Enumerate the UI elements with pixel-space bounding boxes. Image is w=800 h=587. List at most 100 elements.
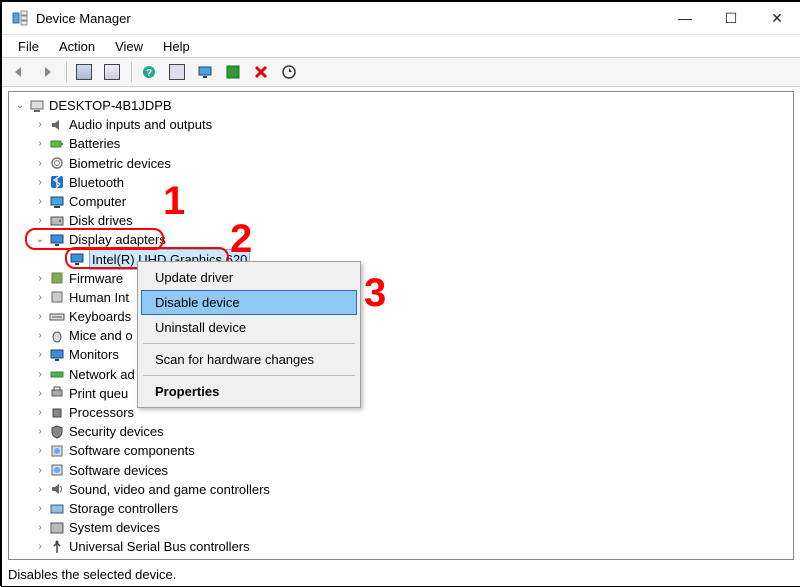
tree-item[interactable]: › Batteries	[11, 134, 791, 153]
bluetooth-icon	[49, 174, 65, 190]
tree-item[interactable]: › Computer	[11, 192, 791, 211]
chevron-right-icon[interactable]: ›	[33, 422, 47, 441]
usb-icon	[49, 539, 65, 555]
update-button[interactable]	[276, 60, 302, 84]
tree-item[interactable]: ›Sound, video and game controllers	[11, 480, 791, 499]
tree-item[interactable]: › Mice and o	[11, 326, 791, 345]
menu-help[interactable]: Help	[153, 37, 200, 56]
chevron-right-icon[interactable]: ›	[33, 134, 47, 153]
tree-item-label: Keyboards	[69, 307, 131, 326]
tree-item-label: Security devices	[69, 422, 164, 441]
window-title: Device Manager	[36, 11, 662, 26]
chevron-right-icon[interactable]: ›	[33, 307, 47, 326]
tree-item-label: Mice and o	[69, 326, 133, 345]
view-button[interactable]	[164, 60, 190, 84]
tree-item-label: Firmware	[69, 269, 123, 288]
tree-item-label: Biometric devices	[69, 154, 171, 173]
tree-item-label: Computer	[69, 192, 126, 211]
disk-icon	[49, 213, 65, 229]
tree-item[interactable]: ›Human Int	[11, 288, 791, 307]
chevron-right-icon[interactable]: ›	[33, 269, 47, 288]
tree-item-label: Bluetooth	[69, 173, 124, 192]
device-manager-window: Device Manager — ☐ ✕ File Action View He…	[2, 2, 800, 586]
chevron-right-icon[interactable]: ›	[33, 537, 47, 556]
tree-item[interactable]: › Disk drives	[11, 211, 791, 230]
tree-item[interactable]: › Storage controllers	[11, 499, 791, 518]
security-icon	[49, 424, 65, 440]
chevron-right-icon[interactable]: ›	[33, 365, 47, 384]
monitor-button[interactable]	[192, 60, 218, 84]
tree-item[interactable]: ›System devices	[11, 518, 791, 537]
maximize-button[interactable]: ☐	[708, 2, 754, 34]
audio-icon	[49, 117, 65, 133]
monitor-icon	[49, 347, 65, 363]
ctx-separator	[143, 343, 355, 344]
device-tree[interactable]: ⌄ DESKTOP-4B1JDPB›Audio inputs and output…	[8, 91, 794, 560]
chevron-right-icon[interactable]: ›	[33, 192, 47, 211]
menu-action[interactable]: Action	[49, 37, 105, 56]
chevron-right-icon[interactable]: ›	[33, 441, 47, 460]
menu-view[interactable]: View	[105, 37, 153, 56]
tree-item[interactable]: › Biometric devices	[11, 154, 791, 173]
tree-item[interactable]: › Network ad	[11, 365, 791, 384]
chevron-right-icon[interactable]: ›	[33, 384, 47, 403]
menu-file[interactable]: File	[8, 37, 49, 56]
display-icon	[49, 232, 65, 248]
chevron-right-icon[interactable]: ›	[33, 403, 47, 422]
tree-item-label: DESKTOP-4B1JDPB	[49, 96, 172, 115]
tree-item-label: Software devices	[69, 461, 168, 480]
ctx-uninstall-device[interactable]: Uninstall device	[141, 315, 357, 340]
tree-item-label: Batteries	[69, 134, 120, 153]
tree-item[interactable]: Intel(R) UHD Graphics 620	[11, 250, 791, 269]
chevron-down-icon[interactable]: ⌄	[33, 230, 47, 249]
tree-item[interactable]: › Processors	[11, 403, 791, 422]
tree-item-label: Network ad	[69, 365, 135, 384]
tree-item-label: Disk drives	[69, 211, 133, 230]
chevron-right-icon[interactable]: ›	[33, 326, 47, 345]
tree-item[interactable]: ›Monitors	[11, 345, 791, 364]
back-button[interactable]	[6, 60, 32, 84]
chevron-right-icon[interactable]: ›	[33, 211, 47, 230]
tree-item[interactable]: ›Software components	[11, 441, 791, 460]
tree-item[interactable]: › Firmware	[11, 269, 791, 288]
tree-item-label: Processors	[69, 403, 134, 422]
printer-icon	[49, 385, 65, 401]
ctx-disable-device[interactable]: Disable device	[141, 290, 357, 315]
tree-item[interactable]: ›Universal Serial Bus controllers	[11, 537, 791, 556]
tree-item[interactable]: ⌄ DESKTOP-4B1JDPB	[11, 96, 791, 115]
tree-item[interactable]: › Security devices	[11, 422, 791, 441]
chevron-right-icon[interactable]: ›	[33, 154, 47, 173]
chevron-right-icon[interactable]: ›	[33, 345, 47, 364]
app-icon	[12, 10, 28, 26]
tree-item[interactable]: › Keyboards	[11, 307, 791, 326]
chevron-right-icon[interactable]: ›	[33, 115, 47, 134]
tree-item[interactable]: › Software devices	[11, 461, 791, 480]
tree-item[interactable]: ›Print queu	[11, 384, 791, 403]
console-tree-button[interactable]	[71, 60, 97, 84]
help-button[interactable]: ?	[136, 60, 162, 84]
close-button[interactable]: ✕	[754, 2, 800, 34]
forward-button[interactable]	[34, 60, 60, 84]
ctx-properties[interactable]: Properties	[141, 379, 357, 404]
properties-button[interactable]	[99, 60, 125, 84]
chevron-right-icon[interactable]: ›	[33, 499, 47, 518]
chevron-down-icon[interactable]: ⌄	[13, 96, 27, 115]
chevron-right-icon[interactable]: ›	[33, 518, 47, 537]
disable-button[interactable]	[248, 60, 274, 84]
firmware-icon	[49, 270, 65, 286]
ctx-update-driver[interactable]: Update driver	[141, 265, 357, 290]
chevron-right-icon[interactable]: ›	[33, 288, 47, 307]
chevron-right-icon[interactable]: ›	[33, 461, 47, 480]
ctx-separator	[143, 375, 355, 376]
chevron-right-icon[interactable]: ›	[33, 480, 47, 499]
tree-item[interactable]: › Bluetooth	[11, 173, 791, 192]
ctx-scan-hardware[interactable]: Scan for hardware changes	[141, 347, 357, 372]
cpu-icon	[49, 405, 65, 421]
minimize-button[interactable]: —	[662, 2, 708, 34]
tree-item-label: Storage controllers	[69, 499, 178, 518]
tree-item[interactable]: ⌄Display adapters	[11, 230, 791, 249]
scan-button[interactable]	[220, 60, 246, 84]
context-menu: Update driver Disable device Uninstall d…	[137, 261, 361, 408]
tree-item[interactable]: ›Audio inputs and outputs	[11, 115, 791, 134]
chevron-right-icon[interactable]: ›	[33, 173, 47, 192]
